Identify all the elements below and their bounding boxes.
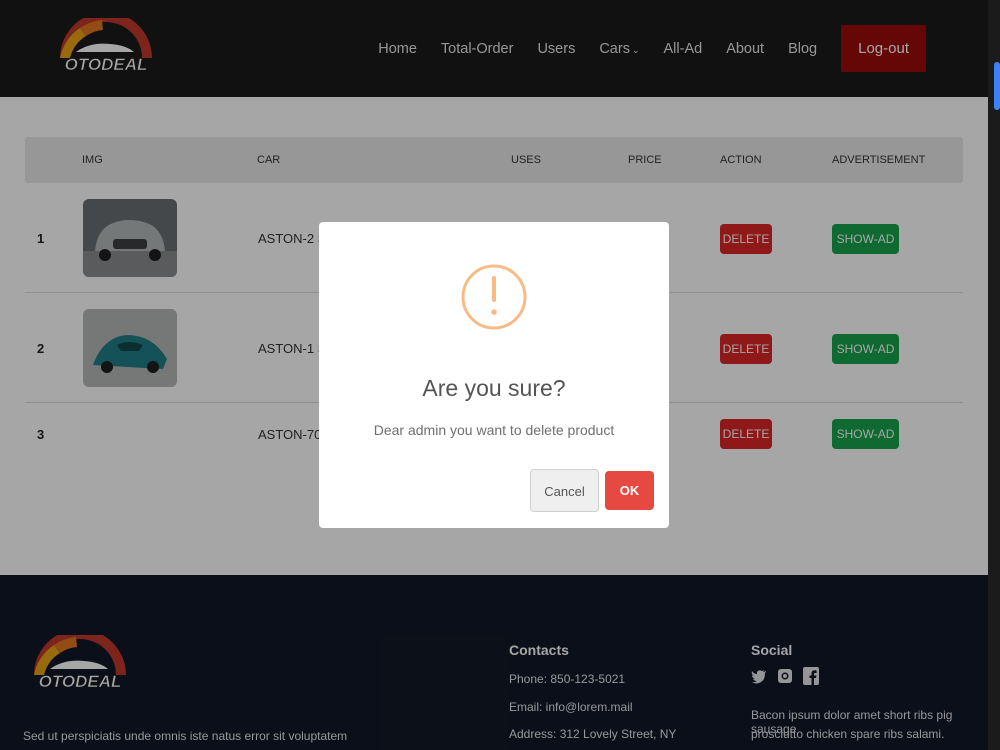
warning-icon [461,254,527,340]
scrollbar-thumb[interactable] [994,62,1000,110]
confirm-dialog: Are you sure? Dear admin you want to del… [319,222,669,528]
cancel-button[interactable]: Cancel [530,469,599,512]
page-scrollbar[interactable] [988,0,1000,750]
ok-button[interactable]: OK [605,471,654,510]
dialog-message: Dear admin you want to delete product [373,422,615,438]
dialog-title: Are you sure? [422,375,566,401]
